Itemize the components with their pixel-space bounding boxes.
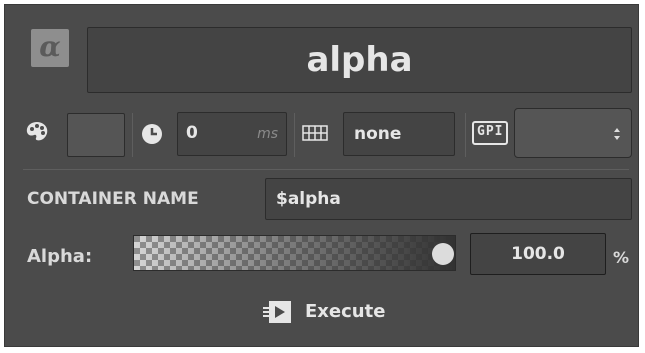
toolbar-divider [465,113,466,157]
duration-value: 0 [186,123,198,143]
alpha-slider-handle[interactable] [432,243,454,265]
duration-input[interactable]: 0 ms [177,112,287,156]
alpha-value-input[interactable]: 100.0 [470,233,606,275]
keyboard-grid-icon [302,125,328,141]
gpi-label: GPI [477,124,504,139]
alpha-symbol-icon: α [31,29,69,67]
alpha-slider[interactable] [133,235,456,271]
easing-select[interactable]: none [343,112,455,156]
execute-button[interactable]: Execute [261,295,397,329]
execute-label: Execute [305,301,386,322]
color-swatch[interactable] [67,113,125,157]
updown-arrows-icon [614,128,620,140]
section-divider [23,169,629,170]
gpi-dropdown[interactable] [514,108,632,158]
alpha-unit: % [613,248,630,267]
toolbar-divider [294,113,295,157]
container-name-label: CONTAINER NAME [27,189,199,209]
palette-icon [25,120,49,142]
duration-unit: ms [257,126,278,142]
execute-icon [263,301,291,323]
plugin-title: alpha [87,27,632,93]
clock-icon [141,123,163,145]
alpha-panel: α alpha 0 ms none GPI CONTAINER NAME $al… [4,4,639,347]
alpha-label: Alpha: [27,246,93,267]
gpi-icon: GPI [472,121,508,145]
container-name-input[interactable]: $alpha [265,178,632,220]
toolbar-divider [132,113,133,157]
